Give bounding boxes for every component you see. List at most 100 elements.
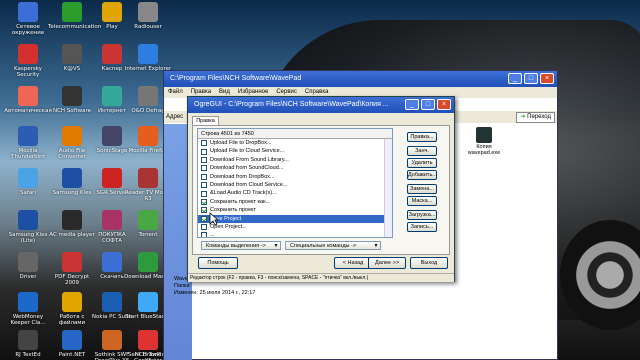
- close-button[interactable]: ×: [540, 73, 554, 84]
- list-item-label: Сохранить проект как...: [210, 198, 271, 205]
- list-item[interactable]: Сохранить проект как...: [198, 198, 392, 206]
- back-button[interactable]: < Назад: [334, 257, 372, 269]
- explorer-title: C:\Program Files\NCH Software\WavePad: [170, 75, 302, 82]
- address-label: Адрес: [166, 114, 184, 120]
- row-checkbox[interactable]: [201, 182, 207, 189]
- go-button[interactable]: ➜ Переход: [516, 112, 555, 123]
- file-label: Копия wavepad.exe: [467, 144, 501, 156]
- load-button[interactable]: Загрузка...: [407, 210, 437, 220]
- menu-file[interactable]: Файл: [168, 87, 183, 98]
- special-commands-label: Специальные команды ->: [290, 243, 357, 249]
- ogre-minimize-button[interactable]: _: [405, 99, 419, 110]
- mask-button[interactable]: Маска...: [407, 196, 437, 206]
- details-type: Папка: [174, 283, 190, 289]
- ogre-close-button[interactable]: ×: [437, 99, 451, 110]
- row-checkbox[interactable]: [201, 148, 207, 155]
- desktop-icon-item[interactable]: RJ TextEd: [4, 330, 52, 358]
- list-item[interactable]: &Load Audio CD Track(s)...: [198, 189, 392, 197]
- desktop-icon-item[interactable]: Сетевое окружение: [4, 2, 52, 36]
- desktop-icon-item[interactable]: Kaspersky Security: [4, 44, 52, 78]
- row-checkbox[interactable]: [201, 198, 207, 205]
- row-checkbox[interactable]: [201, 215, 207, 222]
- list-item[interactable]: Сохранить проект: [198, 206, 392, 214]
- play-icon: [102, 2, 122, 22]
- list-item[interactable]: Download from DropBox...: [198, 173, 392, 181]
- row-checkbox[interactable]: [201, 232, 207, 237]
- pdf-icon: [62, 252, 82, 272]
- desktop-icon-label: Автоматическая: [4, 108, 52, 114]
- row-checkbox[interactable]: [201, 224, 207, 231]
- tab-edit[interactable]: Правка: [192, 116, 219, 125]
- kies-icon: [62, 168, 82, 188]
- desktop-icon-label: Mozilla Thunderbird: [11, 148, 45, 160]
- files-icon: [62, 292, 82, 312]
- selection-commands-combo[interactable]: Команды выделения -> ▼: [201, 241, 281, 250]
- maximize-button[interactable]: □: [524, 73, 538, 84]
- ogre-maximize-button[interactable]: □: [421, 99, 435, 110]
- desktop-icon-label: Driver: [19, 274, 37, 280]
- row-checkbox[interactable]: [201, 190, 207, 197]
- desktop-icon-item[interactable]: Internet Explorer: [124, 44, 172, 72]
- desktop-icon-item[interactable]: Radiouser: [124, 2, 172, 30]
- torrent-icon: [138, 210, 158, 230]
- go-label: Переход: [527, 114, 551, 120]
- next-button[interactable]: Далее >>: [368, 257, 406, 269]
- list-item[interactable]: Upload File to Cloud Service...: [198, 147, 392, 155]
- list-item[interactable]: Download from Cloud Service...: [198, 181, 392, 189]
- value-button[interactable]: Занч.: [407, 146, 437, 156]
- list-item[interactable]: Download From Sound Library...: [198, 156, 392, 164]
- kies-lite-icon: [18, 210, 38, 230]
- save-button[interactable]: Запись...: [407, 222, 437, 232]
- nokia-icon: [102, 292, 122, 312]
- selection-commands-label: Команды выделения ->: [206, 243, 266, 249]
- minimize-button[interactable]: _: [508, 73, 522, 84]
- edit-button[interactable]: Правка...: [407, 132, 437, 142]
- sonic-icon: [102, 126, 122, 146]
- mouse-cursor-icon: [209, 212, 219, 226]
- list-item[interactable]: ...: [198, 231, 392, 237]
- desktop-icon-label: Сетевое окружение: [11, 24, 45, 36]
- desktop-icon-item[interactable]: Safari: [4, 168, 52, 196]
- details-modified: Изменен: 25 июля 2014 г., 22:17: [174, 290, 256, 296]
- file-wavepad-copy[interactable]: Копия wavepad.exe: [464, 127, 504, 156]
- status-bar: Редактор строк (F2 - правка, F3 - поиск/…: [188, 273, 454, 282]
- desktop-icon-item[interactable]: Samsung Kies (Lite): [4, 210, 52, 244]
- list-item[interactable]: Upload File to DropBox...: [198, 139, 392, 147]
- chevron-down-icon: ▼: [273, 243, 279, 249]
- reader-icon: [138, 168, 158, 188]
- desktop-icon-item[interactable]: WebMoney Keeper Cla...: [4, 292, 52, 326]
- ie-icon: [138, 44, 158, 64]
- row-checkbox[interactable]: [201, 156, 207, 163]
- tone-icon: [138, 330, 158, 350]
- desktop-icon-label: Safari: [20, 190, 36, 196]
- desktop-icon-item[interactable]: Mozilla Thunderbird: [4, 126, 52, 160]
- list-scrollbar[interactable]: [384, 139, 392, 237]
- exit-button[interactable]: Выход: [410, 257, 448, 269]
- audio-converter-icon: [62, 126, 82, 146]
- replace-button[interactable]: Замена...: [407, 184, 437, 194]
- list-header: Строка 4501 из 7450: [198, 129, 392, 139]
- add-button[interactable]: Добавить...: [407, 170, 437, 180]
- ogregui-dialog: OgreGUI - C:\Program Files\NCH Software\…: [187, 96, 455, 282]
- audio-file-icon: [476, 127, 492, 143]
- row-checkbox[interactable]: [201, 140, 207, 147]
- list-item[interactable]: Open Project...: [198, 223, 392, 231]
- list-item[interactable]: Download from SoundCloud...: [198, 164, 392, 172]
- row-checkbox[interactable]: [201, 207, 207, 214]
- list-item-label: Download from SoundCloud...: [210, 165, 284, 172]
- row-checkbox[interactable]: [201, 173, 207, 180]
- explorer-titlebar[interactable]: C:\Program Files\NCH Software\WavePad _ …: [164, 71, 557, 87]
- delete-button[interactable]: Удалить: [407, 158, 437, 168]
- desktop-icon-label: Kaspersky Security: [14, 66, 42, 78]
- ogre-titlebar[interactable]: OgreGUI - C:\Program Files\NCH Software\…: [188, 97, 454, 113]
- ogre-title: OgreGUI - C:\Program Files\NCH Software\…: [194, 101, 389, 108]
- string-list[interactable]: Строка 4501 из 7450 Upload File to DropB…: [197, 128, 393, 238]
- special-commands-combo[interactable]: Специальные команды -> ▼: [285, 241, 381, 250]
- list-item[interactable]: Save Project: [198, 214, 392, 223]
- row-checkbox[interactable]: [201, 165, 207, 172]
- desktop-icon-item[interactable]: Автоматическая: [4, 86, 52, 114]
- desktop-icon-item[interactable]: Driver: [4, 252, 52, 280]
- list-item-label: Download from Cloud Service...: [210, 181, 288, 188]
- help-button[interactable]: Помощь: [198, 257, 238, 269]
- kaspersky-icon: [18, 44, 38, 64]
